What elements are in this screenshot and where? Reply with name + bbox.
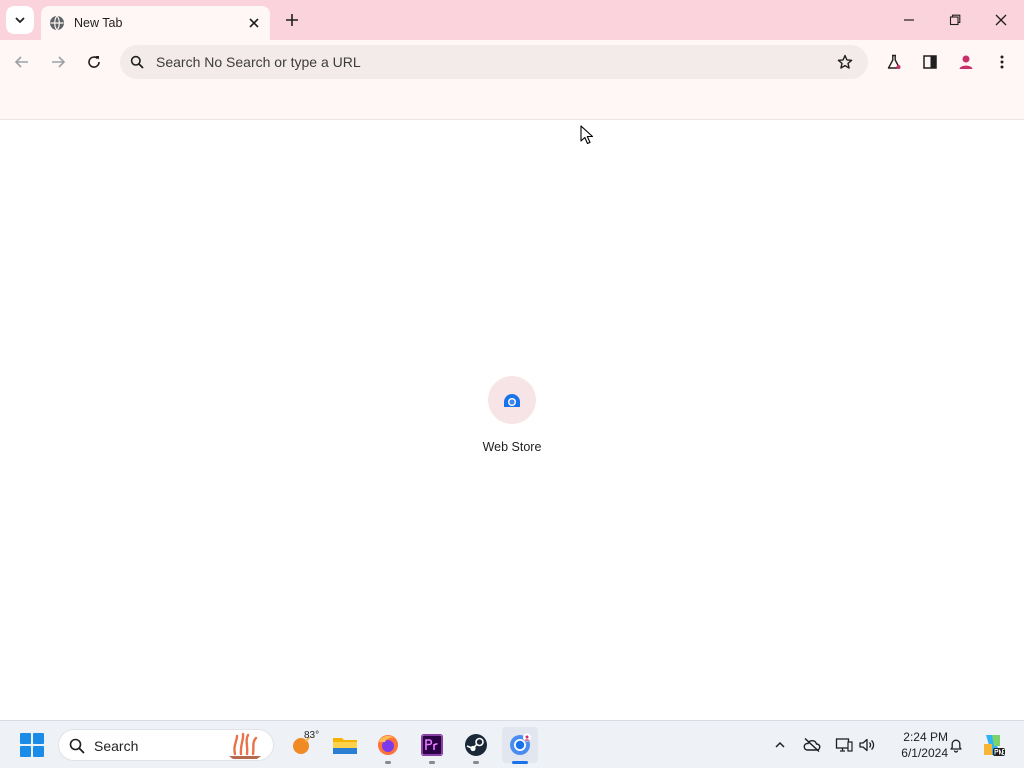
- start-button[interactable]: [20, 733, 44, 757]
- windows-logo-icon: [20, 733, 31, 744]
- taskbar-search-label: Search: [94, 738, 139, 754]
- chevron-down-icon: [15, 17, 25, 24]
- folder-icon: [333, 738, 357, 754]
- tab-title: New Tab: [74, 16, 123, 30]
- mouse-cursor-icon: [580, 125, 594, 145]
- volume-tray-button[interactable]: [857, 735, 877, 755]
- close-icon: [249, 18, 259, 28]
- side-panel-button[interactable]: [916, 48, 944, 76]
- notifications-button[interactable]: [946, 735, 966, 755]
- chrome-icon: [510, 733, 531, 755]
- chevron-up-icon: [775, 741, 785, 748]
- windows-logo-tile: [33, 746, 44, 757]
- copilot-icon: [984, 735, 1005, 756]
- clock-time: 2:24 PM: [903, 730, 948, 744]
- globe-icon: [49, 15, 65, 31]
- bookmark-star-button[interactable]: [836, 53, 854, 71]
- back-button[interactable]: [8, 48, 36, 76]
- taskbar-file-explorer[interactable]: [327, 727, 363, 763]
- network-tray-button[interactable]: [834, 735, 854, 755]
- taskbar: Search 83° 2:24 PM 6/1/2024: [0, 720, 1024, 768]
- new-tab-page: Web Store: [0, 121, 1024, 720]
- premiere-pro-icon: [421, 734, 443, 756]
- chrome-labs-button[interactable]: [880, 48, 908, 76]
- search-icon: [129, 54, 145, 70]
- tab-close-button[interactable]: [244, 13, 264, 33]
- minimize-button[interactable]: [886, 0, 932, 40]
- new-tab-button[interactable]: [280, 8, 304, 32]
- show-hidden-icons-button[interactable]: [770, 735, 790, 755]
- network-icon: [835, 738, 853, 752]
- close-window-button[interactable]: [978, 0, 1024, 40]
- forward-button[interactable]: [44, 48, 72, 76]
- tab-strip: New Tab: [0, 0, 1024, 40]
- profile-avatar-icon: [959, 55, 973, 69]
- shortcut-web-store[interactable]: Web Store: [472, 376, 552, 466]
- arrow-left-icon: [14, 56, 28, 68]
- web-store-icon: [488, 376, 536, 424]
- running-indicator: [385, 761, 391, 764]
- taskbar-clock[interactable]: 2:24 PM 6/1/2024: [884, 729, 948, 761]
- restore-button[interactable]: [932, 0, 978, 40]
- taskbar-premiere-pro[interactable]: [414, 727, 450, 764]
- address-input[interactable]: [156, 45, 816, 79]
- taskbar-weather[interactable]: 83°: [284, 727, 320, 763]
- clock-date: 6/1/2024: [901, 746, 948, 760]
- plus-icon: [286, 14, 298, 26]
- more-vertical-icon: [1000, 55, 1004, 69]
- copilot-button[interactable]: [980, 732, 1006, 758]
- search-icon: [68, 737, 86, 755]
- reload-icon: [88, 56, 100, 68]
- tab-search-button[interactable]: [6, 6, 34, 34]
- star-icon: [837, 54, 853, 69]
- address-bar[interactable]: [120, 45, 868, 79]
- search-highlight-icon: [229, 732, 261, 759]
- bookmarks-bar: [0, 85, 1024, 120]
- steam-icon: [465, 734, 487, 756]
- bell-icon: [950, 739, 962, 753]
- active-indicator: [512, 761, 528, 764]
- taskbar-steam[interactable]: [458, 727, 494, 764]
- taskbar-search-box[interactable]: Search: [58, 729, 274, 761]
- taskbar-chrome[interactable]: [502, 727, 538, 764]
- menu-button[interactable]: [988, 48, 1016, 76]
- side-panel-icon: [923, 55, 937, 69]
- arrow-right-icon: [52, 56, 66, 68]
- shortcut-label: Web Store: [482, 440, 542, 454]
- onedrive-tray-button[interactable]: [802, 735, 822, 755]
- flask-icon: [887, 54, 901, 69]
- close-icon: [995, 14, 1007, 26]
- profile-button[interactable]: [952, 48, 980, 76]
- firefox-icon: [378, 735, 398, 755]
- tab-new-tab[interactable]: New Tab: [41, 6, 270, 40]
- reload-button[interactable]: [80, 48, 108, 76]
- restore-icon: [949, 14, 961, 26]
- weather-temperature: 83°: [304, 730, 320, 741]
- windows-logo-tile: [33, 733, 44, 744]
- speaker-icon: [859, 738, 875, 752]
- cloud-off-icon: [803, 737, 821, 753]
- running-indicator: [429, 761, 435, 764]
- taskbar-firefox[interactable]: [370, 727, 406, 764]
- minimize-icon: [904, 19, 914, 21]
- browser-toolbar: [0, 40, 1024, 85]
- running-indicator: [473, 761, 479, 764]
- windows-logo-tile: [20, 746, 31, 757]
